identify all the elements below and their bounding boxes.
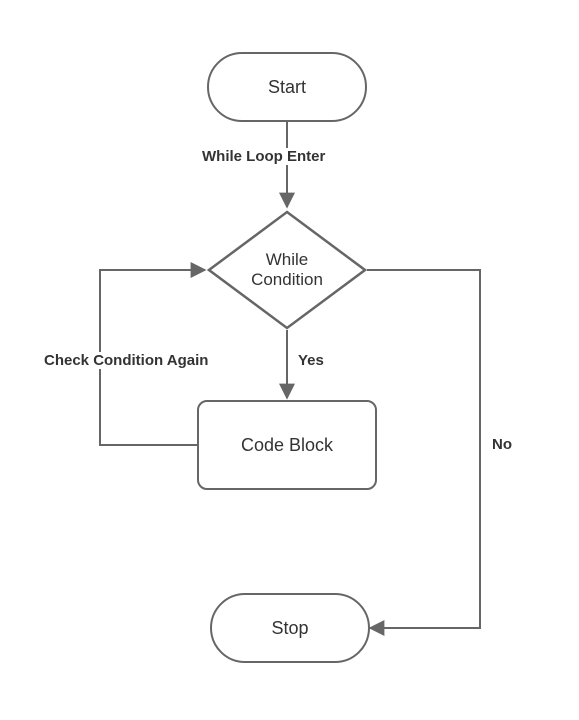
decision-node: While Condition [207,210,367,330]
start-node-label: Start [268,77,306,98]
decision-node-label: While Condition [207,210,367,330]
stop-node-label: Stop [271,618,308,639]
edge-loopback-label: Check Condition Again [42,352,210,369]
process-node: Code Block [197,400,377,490]
edge-no-label: No [490,436,514,453]
process-node-label: Code Block [241,435,333,456]
stop-node: Stop [210,593,370,663]
edge-enter-label: While Loop Enter [200,148,327,165]
flowchart-canvas: Start While Condition Code Block Stop Wh… [0,0,579,720]
edge-yes-label: Yes [296,352,326,369]
edge-no [367,270,480,628]
start-node: Start [207,52,367,122]
